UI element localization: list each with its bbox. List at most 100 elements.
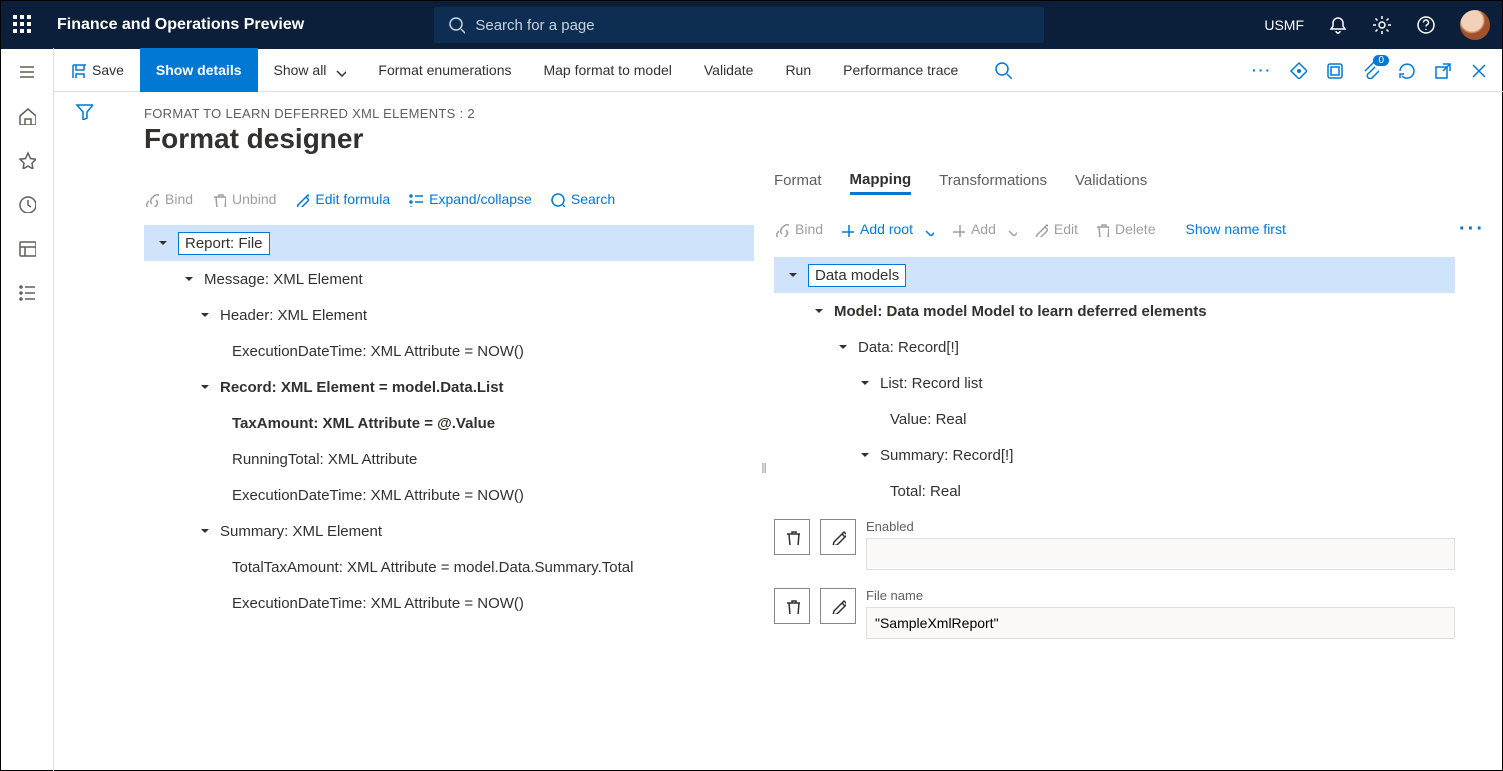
- notifications-icon[interactable]: [1328, 15, 1348, 35]
- run-button[interactable]: Run: [769, 48, 827, 92]
- edit-formula-button[interactable]: Edit formula: [294, 191, 390, 207]
- tree-node-totaltaxamount[interactable]: TotalTaxAmount: XML Attribute = model.Da…: [144, 549, 754, 585]
- tree-node-header[interactable]: Header: XML Element: [144, 297, 754, 333]
- filename-edit-button[interactable]: [820, 588, 856, 624]
- hamburger-icon[interactable]: [17, 62, 37, 82]
- ds-node-model[interactable]: Model: Data model Model to learn deferre…: [774, 293, 1455, 329]
- power-apps-icon[interactable]: [1289, 61, 1307, 79]
- caret-down-icon: [200, 382, 210, 392]
- format-tree: Report: File Message: XML Element Header…: [144, 225, 754, 621]
- performance-trace-button[interactable]: Performance trace: [827, 48, 974, 92]
- delete-button[interactable]: Delete: [1094, 221, 1155, 237]
- map-format-to-model-button[interactable]: Map format to model: [527, 48, 687, 92]
- caret-down-icon: [838, 342, 848, 352]
- enabled-label: Enabled: [866, 519, 1455, 534]
- caret-down-icon: [860, 450, 870, 460]
- splitter[interactable]: ‖: [754, 165, 774, 771]
- tree-node-summary-exectime[interactable]: ExecutionDateTime: XML Attribute = NOW(): [144, 585, 754, 621]
- tree-node-summary[interactable]: Summary: XML Element: [144, 513, 754, 549]
- office-icon[interactable]: [1325, 61, 1343, 79]
- favorites-icon[interactable]: [17, 150, 37, 170]
- filename-delete-button[interactable]: [774, 588, 810, 624]
- filename-input[interactable]: [866, 607, 1455, 639]
- validate-button[interactable]: Validate: [688, 48, 770, 92]
- tree-node-record-exectime[interactable]: ExecutionDateTime: XML Attribute = NOW(): [144, 477, 754, 513]
- company-picker[interactable]: USMF: [1264, 17, 1304, 33]
- caret-down-icon: [184, 274, 194, 284]
- home-icon[interactable]: [17, 106, 37, 126]
- add-button[interactable]: Add: [950, 221, 1017, 237]
- page-title: Format designer: [144, 123, 1485, 155]
- modules-icon[interactable]: [17, 282, 37, 302]
- global-search[interactable]: [434, 7, 1044, 43]
- filter-icon[interactable]: [75, 102, 93, 771]
- main-content: FORMAT TO LEARN DEFERRED XML ELEMENTS : …: [114, 92, 1503, 771]
- caret-down-icon: [814, 306, 824, 316]
- unbind-button[interactable]: Unbind: [211, 191, 276, 207]
- app-launcher-icon[interactable]: [13, 15, 33, 35]
- add-root-button[interactable]: Add root: [839, 221, 934, 237]
- bind-button[interactable]: Bind: [144, 191, 193, 207]
- tab-validations[interactable]: Validations: [1075, 172, 1147, 193]
- mapping-overflow-icon[interactable]: ···: [1459, 218, 1485, 241]
- chevron-down-icon: [332, 63, 346, 77]
- close-icon[interactable]: [1469, 61, 1487, 79]
- caret-down-icon: [200, 526, 210, 536]
- caret-down-icon: [200, 310, 210, 320]
- format-tree-panel: Bind Unbind Edit formula Expand/collapse…: [144, 165, 754, 771]
- global-search-input[interactable]: [475, 17, 1030, 34]
- tab-mapping[interactable]: Mapping: [850, 171, 912, 195]
- datasource-tree: Data models Model: Data model Model to l…: [774, 257, 1485, 509]
- ds-node-list[interactable]: List: Record list: [774, 365, 1455, 401]
- tree-node-header-exectime[interactable]: ExecutionDateTime: XML Attribute = NOW(): [144, 333, 754, 369]
- prop-filename: File name: [774, 588, 1455, 639]
- save-button[interactable]: Save: [54, 48, 140, 92]
- tree-node-record[interactable]: Record: XML Element = model.Data.List: [144, 369, 754, 405]
- edit-button[interactable]: Edit: [1033, 221, 1078, 237]
- caret-down-icon: [788, 270, 798, 280]
- user-avatar[interactable]: [1460, 10, 1490, 40]
- format-enumerations-button[interactable]: Format enumerations: [362, 48, 527, 92]
- right-tabs: Format Mapping Transformations Validatio…: [774, 165, 1485, 201]
- recent-icon[interactable]: [17, 194, 37, 214]
- tree-search-button[interactable]: Search: [550, 191, 615, 207]
- tree-node-message[interactable]: Message: XML Element: [144, 261, 754, 297]
- show-name-first-button[interactable]: Show name first: [1185, 221, 1285, 237]
- tab-transformations[interactable]: Transformations: [939, 172, 1047, 193]
- tree-node-taxamount[interactable]: TaxAmount: XML Attribute = @.Value: [144, 405, 754, 441]
- tree-node-report[interactable]: Report: File: [144, 225, 754, 261]
- tab-format[interactable]: Format: [774, 172, 822, 193]
- header-right: USMF: [1264, 10, 1490, 40]
- settings-icon[interactable]: [1372, 15, 1392, 35]
- enabled-edit-button[interactable]: [820, 519, 856, 555]
- popout-icon[interactable]: [1433, 61, 1451, 79]
- enabled-input[interactable]: [866, 538, 1455, 570]
- mapping-bind-button[interactable]: Bind: [774, 221, 823, 237]
- show-details-button[interactable]: Show details: [140, 48, 258, 92]
- navigation-rail: [0, 48, 54, 771]
- help-icon[interactable]: [1416, 15, 1436, 35]
- filter-strip: [54, 92, 114, 771]
- properties-panel: Enabled File name: [774, 519, 1485, 639]
- tree-node-runningtotal[interactable]: RunningTotal: XML Attribute: [144, 441, 754, 477]
- caret-down-icon: [860, 378, 870, 388]
- overflow-icon[interactable]: ···: [1253, 61, 1271, 79]
- ds-node-data[interactable]: Data: Record[!]: [774, 329, 1455, 365]
- ds-node-total[interactable]: Total: Real: [774, 473, 1455, 509]
- filename-label: File name: [866, 588, 1455, 603]
- find-icon[interactable]: [994, 61, 1012, 79]
- workspaces-icon[interactable]: [17, 238, 37, 258]
- ds-node-summary[interactable]: Summary: Record[!]: [774, 437, 1455, 473]
- command-bar: Save Show details Show all Format enumer…: [54, 48, 1503, 92]
- ds-node-value[interactable]: Value: Real: [774, 401, 1455, 437]
- show-all-button[interactable]: Show all: [258, 48, 363, 92]
- show-all-label: Show all: [274, 62, 327, 78]
- expand-collapse-button[interactable]: Expand/collapse: [408, 191, 532, 207]
- ds-node-data-models[interactable]: Data models: [774, 257, 1455, 293]
- prop-enabled: Enabled: [774, 519, 1455, 570]
- breadcrumb: FORMAT TO LEARN DEFERRED XML ELEMENTS : …: [144, 106, 1485, 121]
- enabled-delete-button[interactable]: [774, 519, 810, 555]
- search-icon: [448, 16, 465, 34]
- refresh-icon[interactable]: [1397, 61, 1415, 79]
- attachments-button[interactable]: 0: [1361, 61, 1379, 79]
